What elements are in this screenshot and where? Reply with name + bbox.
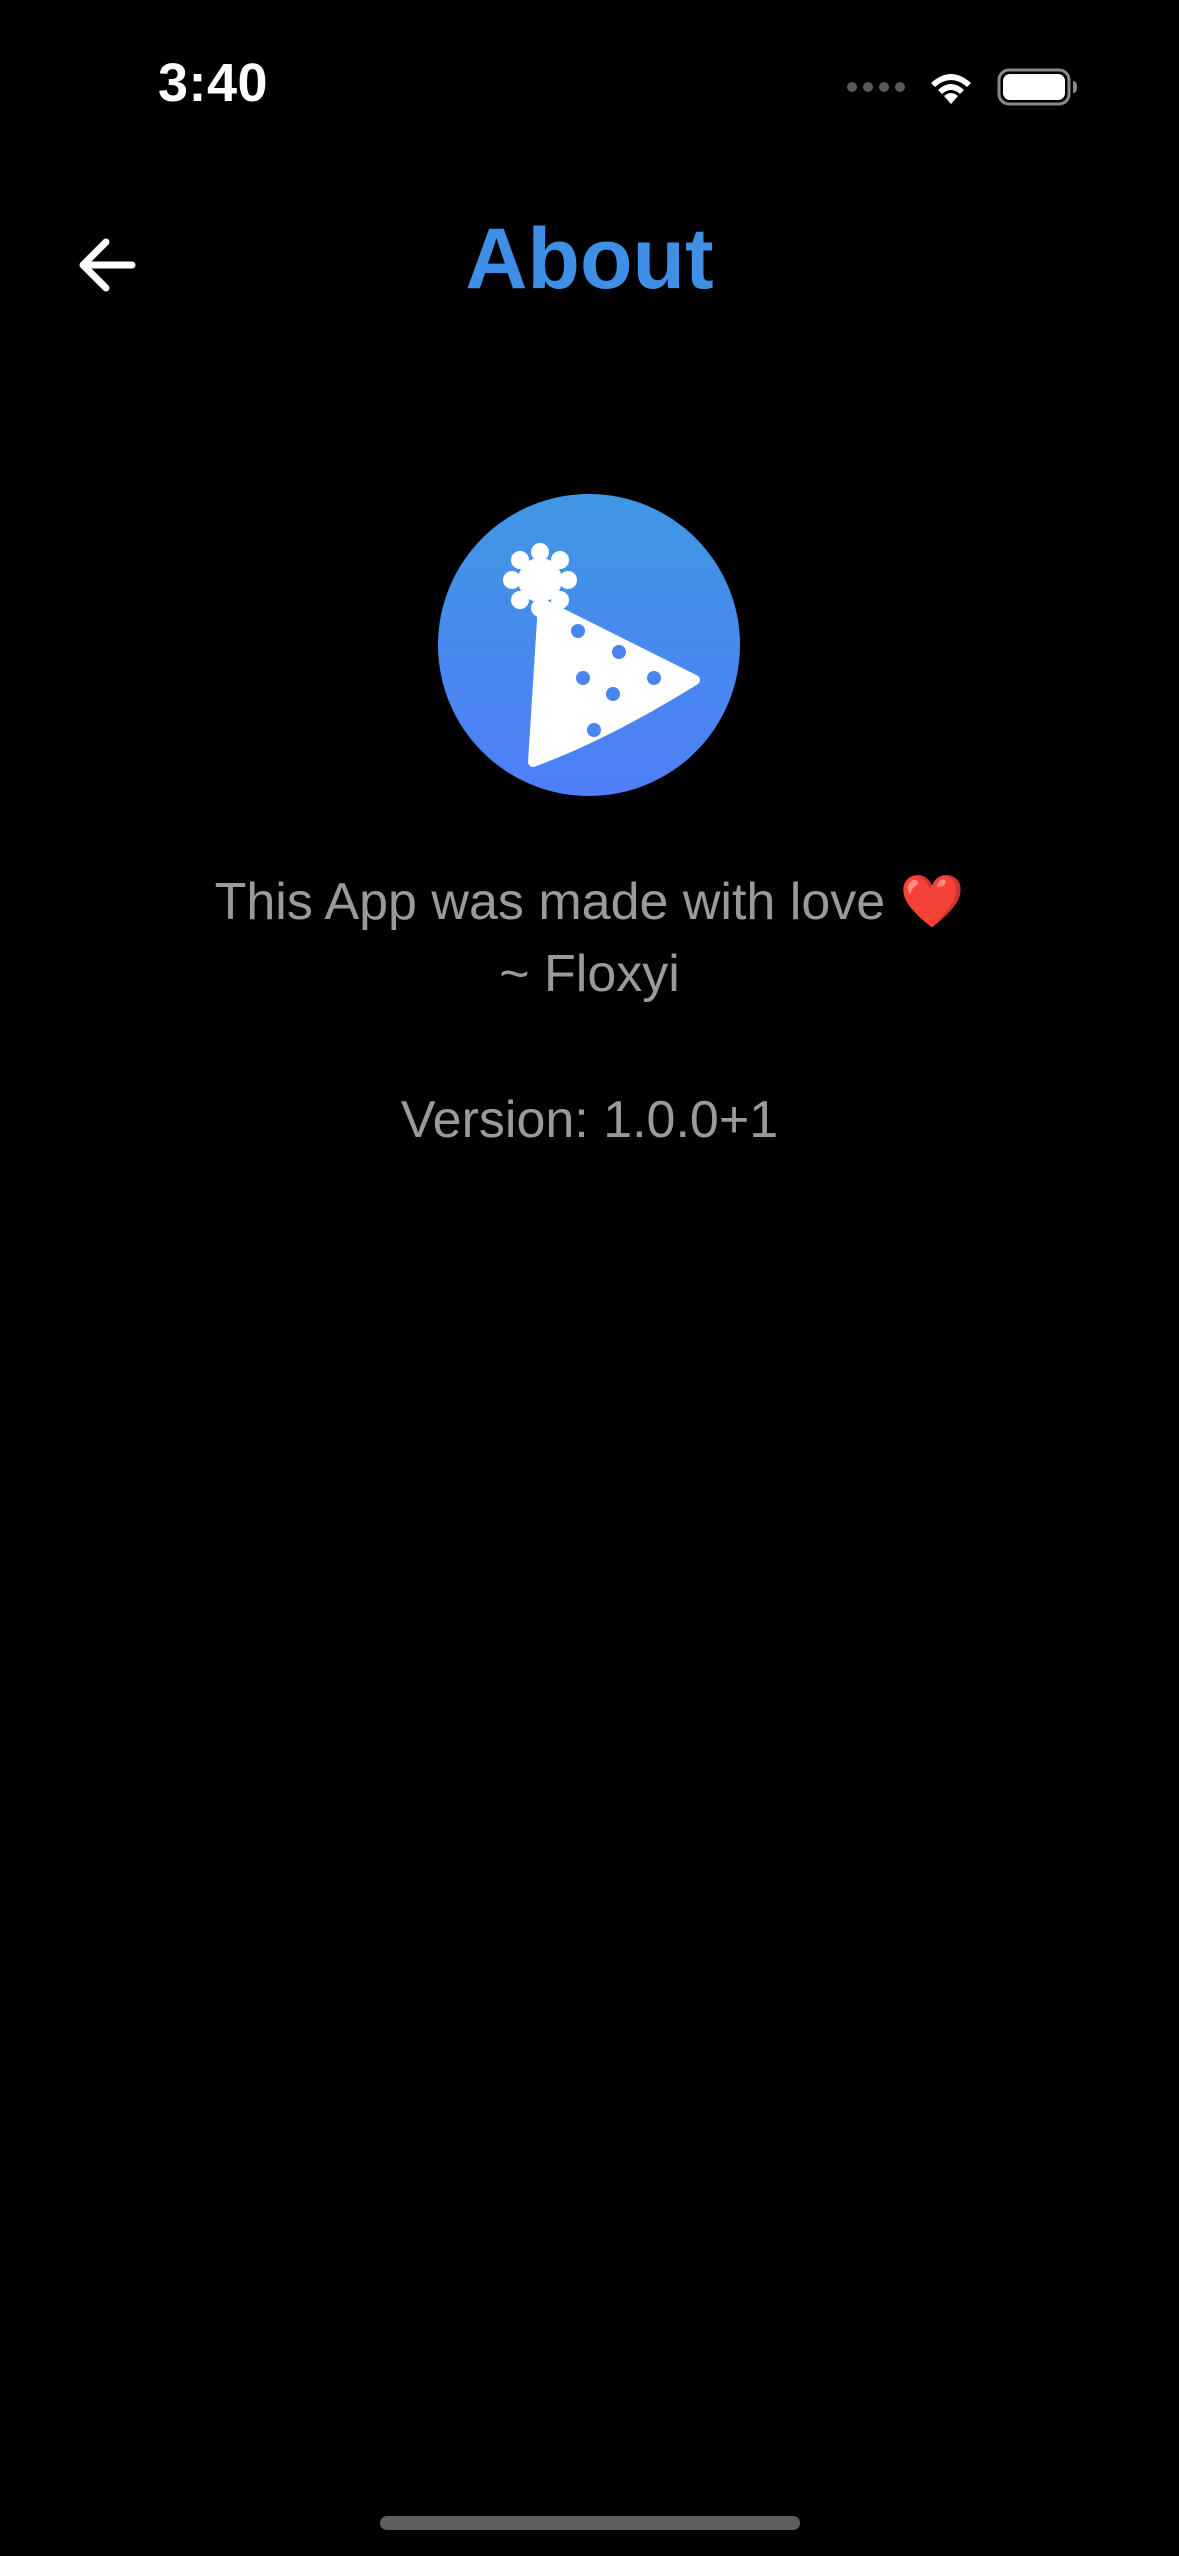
credits-line: This App was made with love ❤️: [0, 866, 1179, 938]
credits-text: This App was made with love ❤️ ~ Floxyi: [0, 866, 1179, 1010]
version-label: Version:: [400, 1091, 589, 1149]
home-indicator[interactable]: [380, 2516, 800, 2530]
battery-icon: [997, 68, 1077, 106]
page-title: About: [465, 211, 714, 307]
status-time: 3:40: [158, 53, 269, 113]
heart-emoji: ❤️: [899, 873, 965, 931]
status-indicators: [847, 62, 1079, 112]
app-logo: [438, 494, 740, 796]
about-screen: 3:40 About This App was made with love ❤…: [0, 0, 1179, 2556]
wifi-icon: [931, 74, 971, 104]
credits-line1: This App was made with love: [214, 873, 886, 931]
party-hat-icon: [503, 543, 700, 767]
version-text: Version: 1.0.0+1: [0, 1090, 1179, 1150]
version-value: 1.0.0+1: [603, 1091, 779, 1149]
credits-author: ~ Floxyi: [499, 945, 680, 1003]
cellular-signal-icon: [847, 82, 905, 92]
